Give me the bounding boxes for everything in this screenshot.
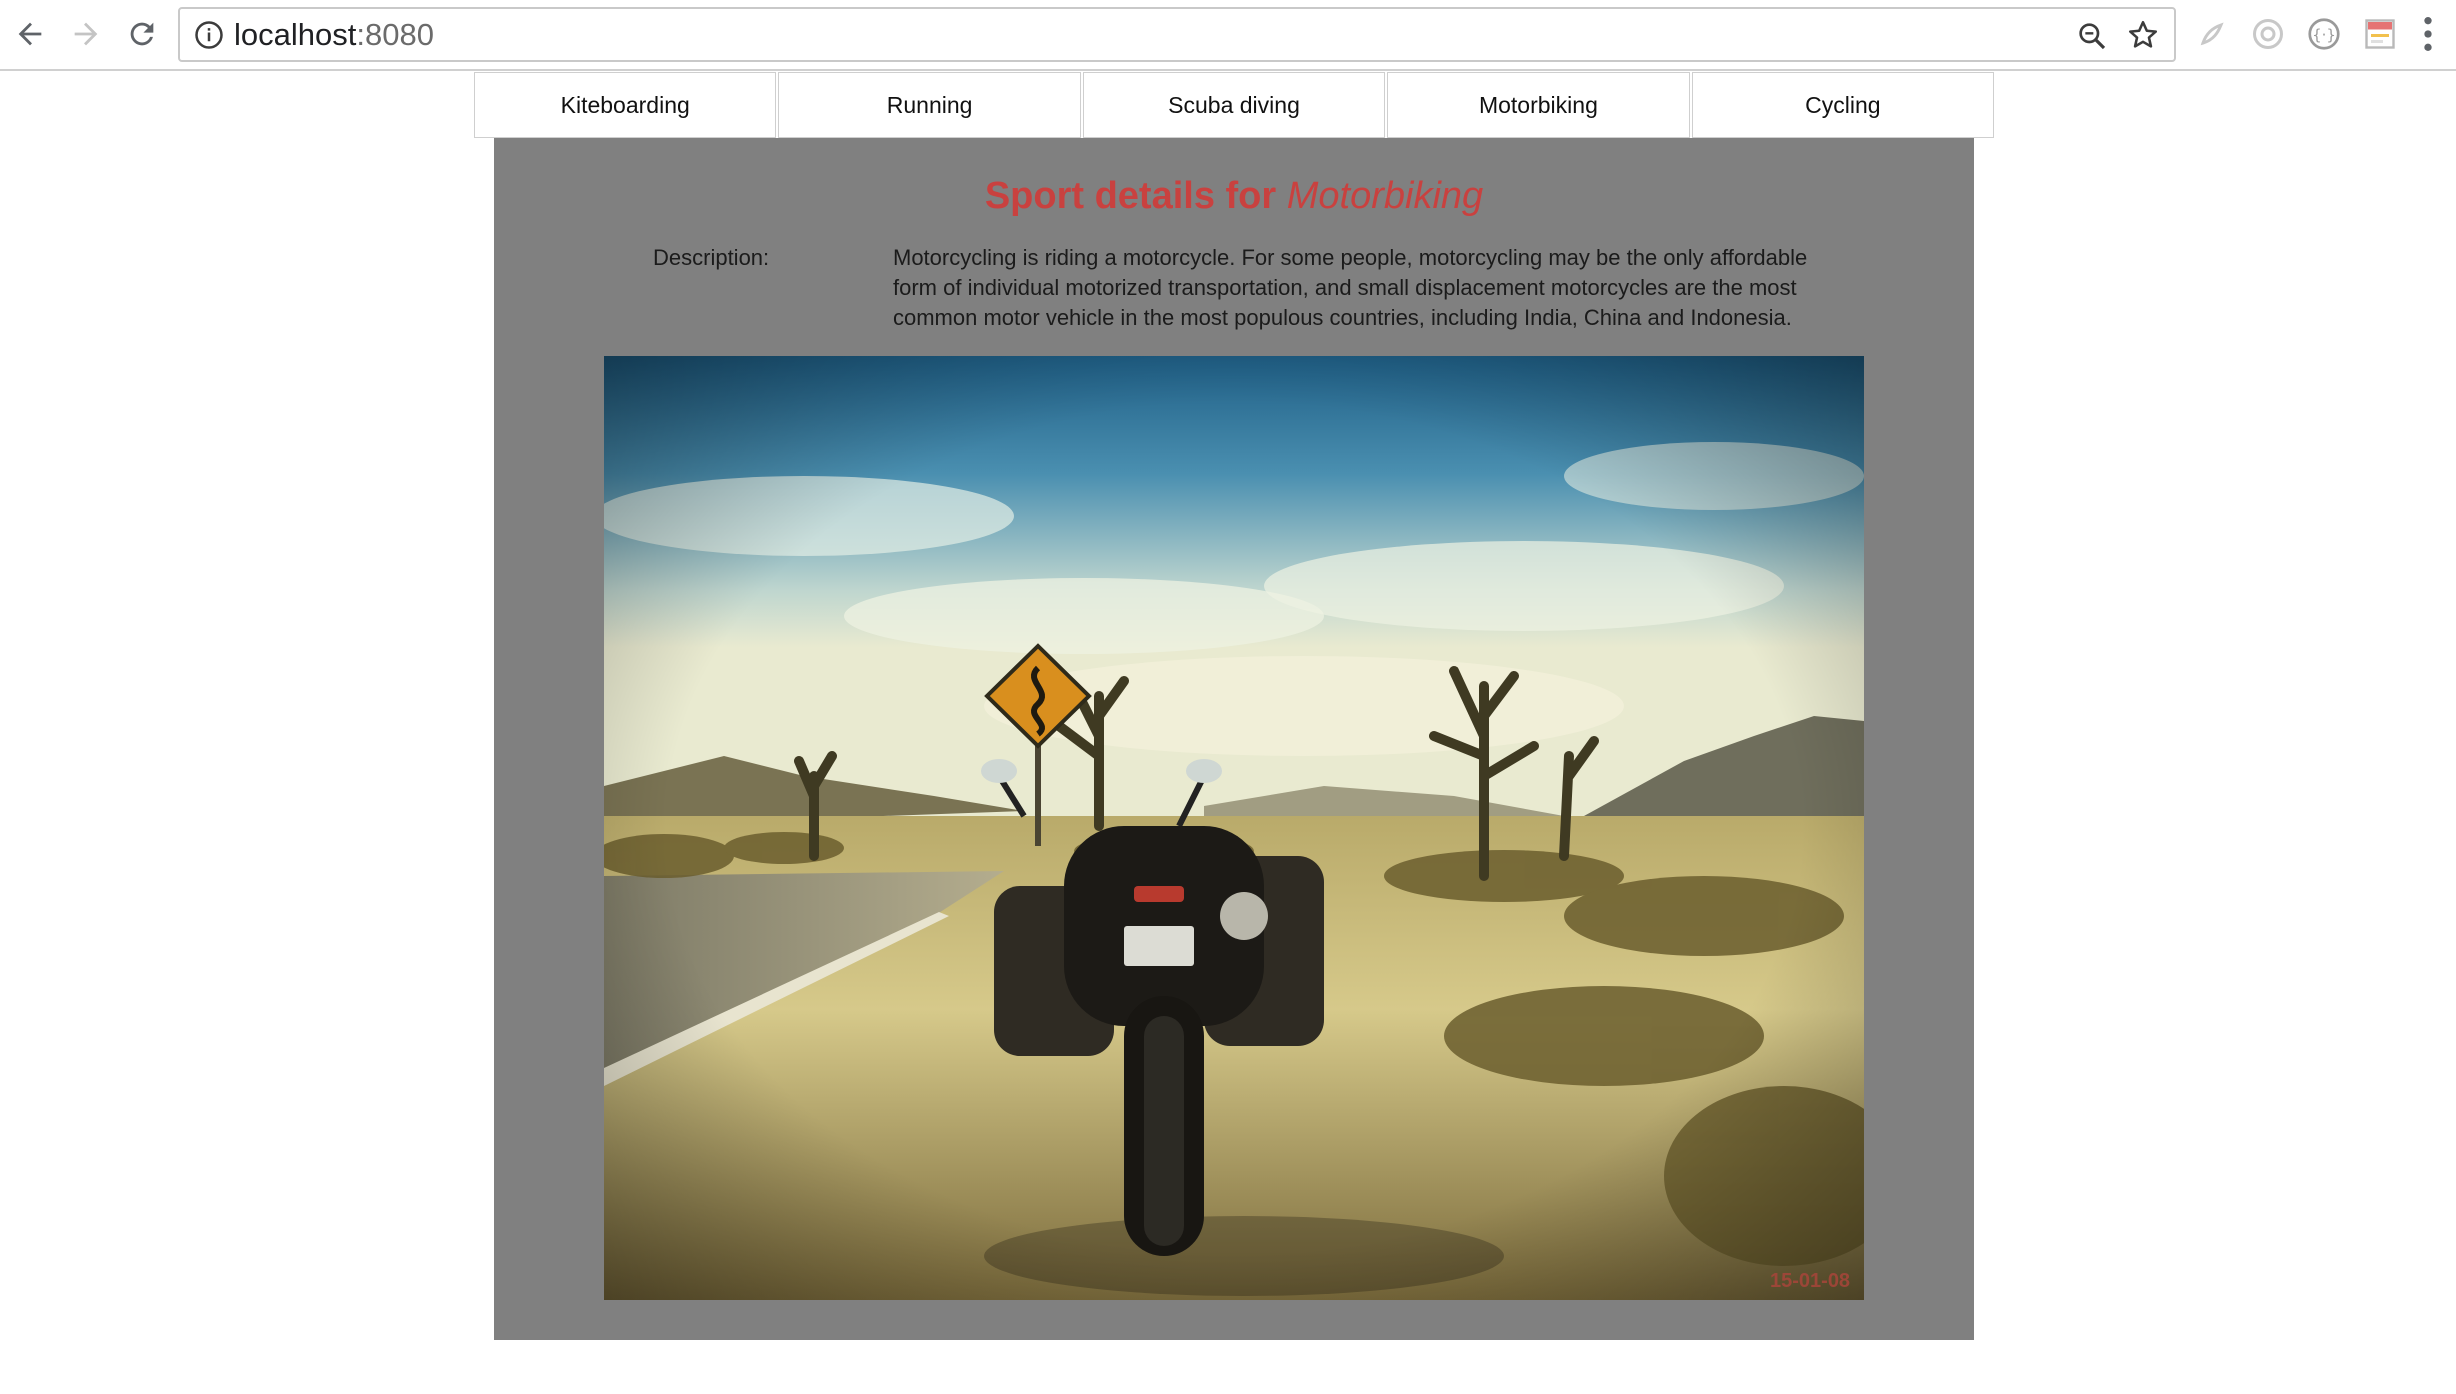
zoom-icon[interactable] xyxy=(2076,20,2108,52)
sport-tabs: Kiteboarding Running Scuba diving Motorb… xyxy=(474,72,1995,138)
url-host: localhost xyxy=(234,17,357,52)
url-port: :8080 xyxy=(356,17,434,52)
back-icon xyxy=(18,22,42,46)
sport-photo xyxy=(604,356,1864,1300)
sport-name: Motorbiking xyxy=(1286,175,1484,217)
extension-icon[interactable] xyxy=(2250,16,2286,52)
reload-icon xyxy=(130,22,154,46)
back-button[interactable] xyxy=(6,10,54,58)
star-icon[interactable] xyxy=(2126,18,2160,52)
tab-running[interactable]: Running xyxy=(778,72,1081,138)
tab-cycling[interactable]: Cycling xyxy=(1691,72,1995,138)
extension-icon[interactable] xyxy=(2194,16,2230,52)
tab-motorbiking[interactable]: Motorbiking xyxy=(1387,72,1690,138)
page-title: Sport details for Motorbiking xyxy=(494,174,1974,218)
motorbike-desert-photo xyxy=(604,356,1864,1300)
extension-icon[interactable] xyxy=(2362,16,2398,52)
photo-datestamp: 15-01-08 xyxy=(1770,1270,1851,1292)
url-text[interactable]: localhost:8080 xyxy=(234,18,434,52)
info-icon[interactable] xyxy=(194,20,224,50)
forward-icon xyxy=(74,22,98,46)
tab-kiteboarding[interactable]: Kiteboarding xyxy=(474,72,777,138)
address-bar[interactable]: localhost:8080 xyxy=(178,7,2176,62)
forward-button[interactable] xyxy=(62,10,110,58)
description-text: Motorcycling is riding a motorcycle. For… xyxy=(893,245,1808,330)
sport-detail-panel: Sport details for Motorbiking Descriptio… xyxy=(494,138,1974,1340)
svg-text:{·}: {·} xyxy=(2312,26,2336,44)
description-label: Description: xyxy=(653,245,770,270)
browser-toolbar: localhost:8080 {·} xyxy=(0,0,2456,71)
title-prefix: Sport details for xyxy=(984,175,1277,217)
tab-scuba-diving[interactable]: Scuba diving xyxy=(1082,72,1386,138)
menu-icon[interactable] xyxy=(2420,14,2436,54)
extension-icon[interactable]: {·} xyxy=(2306,16,2342,52)
reload-button[interactable] xyxy=(118,10,166,58)
